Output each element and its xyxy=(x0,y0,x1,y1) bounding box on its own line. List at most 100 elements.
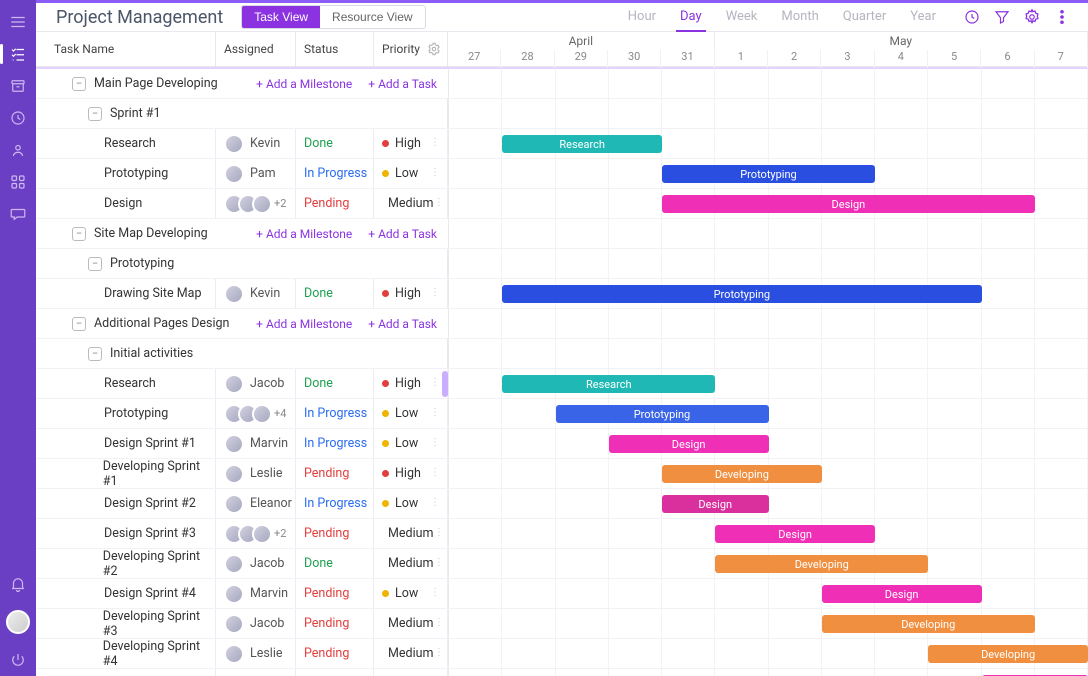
row-actions-button[interactable] xyxy=(429,166,441,182)
priority-label: Medium xyxy=(388,196,433,211)
collapse-toggle[interactable]: − xyxy=(88,107,102,121)
group-row: −Additional Pages Design+ Add a Mileston… xyxy=(36,309,1088,339)
gantt-bar[interactable]: Developing xyxy=(715,555,928,573)
task-row[interactable]: Developing Sprint #1LesliePendingHighDev… xyxy=(36,459,1088,489)
add-task-link[interactable]: + Add a Task xyxy=(368,317,437,331)
task-row[interactable]: Developing Sprint #3JacobPendingMediumDe… xyxy=(36,609,1088,639)
gantt-bar[interactable]: Design xyxy=(609,435,769,453)
assignee-name: Jacob xyxy=(250,376,284,391)
gantt-bar[interactable]: Research xyxy=(502,135,662,153)
task-row[interactable]: Design Sprint #4MarvinPendingLowDesign xyxy=(36,579,1088,609)
nav-archive[interactable] xyxy=(0,70,36,102)
add-milestone-link[interactable]: + Add a Milestone xyxy=(256,77,352,91)
grid-icon xyxy=(9,173,27,191)
chat-icon xyxy=(9,205,27,223)
gantt-bar[interactable]: Prototyping xyxy=(556,405,769,423)
task-name: Developing Sprint #1 xyxy=(103,459,215,489)
nav-profile[interactable] xyxy=(0,600,36,644)
header-more-button[interactable] xyxy=(1052,7,1072,27)
row-actions-button[interactable] xyxy=(433,616,445,632)
scale-quarter[interactable]: Quarter xyxy=(831,3,898,32)
priority-label: Medium xyxy=(388,526,433,541)
more-vertical-icon xyxy=(429,376,441,388)
task-row[interactable]: Developing Sprint #4LesliePendingMediumD… xyxy=(36,639,1088,669)
task-row[interactable]: PrototypingPamIn ProgressLowPrototyping xyxy=(36,159,1088,189)
task-grid[interactable]: −Main Page Developing+ Add a Milestone+ … xyxy=(36,69,1088,676)
gantt-bar[interactable]: Developing xyxy=(822,615,1035,633)
gantt-bar[interactable]: Design xyxy=(822,585,982,603)
avatar-stack xyxy=(224,284,244,304)
nav-menu-toggle[interactable] xyxy=(0,6,36,38)
view-task-button[interactable]: Task View xyxy=(242,6,320,28)
header-settings-button[interactable] xyxy=(1022,7,1042,27)
row-actions-button[interactable] xyxy=(429,376,441,392)
task-row[interactable]: ResearchKevinDoneHighResearch xyxy=(36,129,1088,159)
add-task-link[interactable]: + Add a Task xyxy=(368,227,437,241)
scale-month[interactable]: Month xyxy=(769,3,830,32)
nav-power[interactable] xyxy=(0,644,36,676)
task-row[interactable]: Developing Sprint #2JacobDoneMediumDevel… xyxy=(36,549,1088,579)
column-priority[interactable]: Priority xyxy=(374,32,448,66)
task-row[interactable]: Design Sprint #1MarvinIn ProgressLowDesi… xyxy=(36,429,1088,459)
add-task-link[interactable]: + Add a Task xyxy=(368,77,437,91)
scale-hour[interactable]: Hour xyxy=(616,3,668,32)
view-resource-button[interactable]: Resource View xyxy=(320,6,424,28)
column-assigned[interactable]: Assigned xyxy=(216,32,296,66)
collapse-toggle[interactable]: − xyxy=(72,227,86,241)
column-task[interactable]: Task Name xyxy=(36,32,216,66)
subgroup-row: −Initial activities xyxy=(36,339,1088,369)
gantt-bar[interactable]: Prototyping xyxy=(662,165,875,183)
nav-chat[interactable] xyxy=(0,198,36,230)
gantt-bar[interactable]: Developing xyxy=(662,465,822,483)
add-milestone-link[interactable]: + Add a Milestone xyxy=(256,317,352,331)
task-row[interactable]: Design+2PendingMediumDesign xyxy=(36,189,1088,219)
collapse-toggle[interactable]: − xyxy=(88,257,102,271)
task-name: Research xyxy=(104,136,156,151)
gantt-bar[interactable]: Developing xyxy=(928,645,1088,663)
nav-notifications[interactable] xyxy=(0,568,36,600)
assignee-name: Marvin xyxy=(250,586,288,601)
task-row[interactable]: Prototyping+4In ProgressLowPrototyping xyxy=(36,399,1088,429)
scale-week[interactable]: Week xyxy=(714,3,770,32)
row-actions-button[interactable] xyxy=(429,496,441,512)
nav-history[interactable] xyxy=(0,102,36,134)
user-icon xyxy=(9,141,27,159)
scale-day[interactable]: Day xyxy=(668,3,714,32)
assignee-name: Jacob xyxy=(250,616,284,631)
gantt-bar[interactable]: Research xyxy=(502,375,715,393)
row-actions-button[interactable] xyxy=(429,406,441,422)
gantt-bar[interactable]: Design xyxy=(662,195,1035,213)
header-clock-button[interactable] xyxy=(962,7,982,27)
row-actions-button[interactable] xyxy=(433,556,445,572)
scale-year[interactable]: Year xyxy=(898,3,948,32)
left-nav xyxy=(0,0,36,676)
row-actions-button[interactable] xyxy=(429,466,441,482)
avatar xyxy=(224,464,244,484)
row-actions-button[interactable] xyxy=(433,526,445,542)
task-row[interactable]: Design Sprint #2EleanorIn ProgressLowDes… xyxy=(36,489,1088,519)
row-actions-button[interactable] xyxy=(429,586,441,602)
row-actions-button[interactable] xyxy=(429,136,441,152)
column-status[interactable]: Status xyxy=(296,32,374,66)
columns-settings-button[interactable] xyxy=(427,42,441,56)
nav-apps[interactable] xyxy=(0,166,36,198)
task-row[interactable]: Design Sprint #5EleanorPendingHighDesign xyxy=(36,669,1088,676)
row-actions-button[interactable] xyxy=(433,196,445,212)
gantt-bar[interactable]: Design xyxy=(715,525,875,543)
nav-people[interactable] xyxy=(0,134,36,166)
gantt-bar[interactable]: Design xyxy=(662,495,769,513)
add-milestone-link[interactable]: + Add a Milestone xyxy=(256,227,352,241)
nav-tasks[interactable] xyxy=(0,38,36,70)
collapse-toggle[interactable]: − xyxy=(72,77,86,91)
row-resize-handle[interactable] xyxy=(442,371,448,397)
collapse-toggle[interactable]: − xyxy=(72,317,86,331)
task-row[interactable]: Design Sprint #3+2PendingMediumDesign xyxy=(36,519,1088,549)
header-filter-button[interactable] xyxy=(992,7,1012,27)
task-row[interactable]: ResearchJacobDoneHighResearch xyxy=(36,369,1088,399)
gantt-bar[interactable]: Prototyping xyxy=(502,285,981,303)
row-actions-button[interactable] xyxy=(429,436,441,452)
row-actions-button[interactable] xyxy=(429,286,441,302)
collapse-toggle[interactable]: − xyxy=(88,347,102,361)
task-row[interactable]: Drawing Site MapKevinDoneHighPrototyping xyxy=(36,279,1088,309)
row-actions-button[interactable] xyxy=(433,646,445,662)
